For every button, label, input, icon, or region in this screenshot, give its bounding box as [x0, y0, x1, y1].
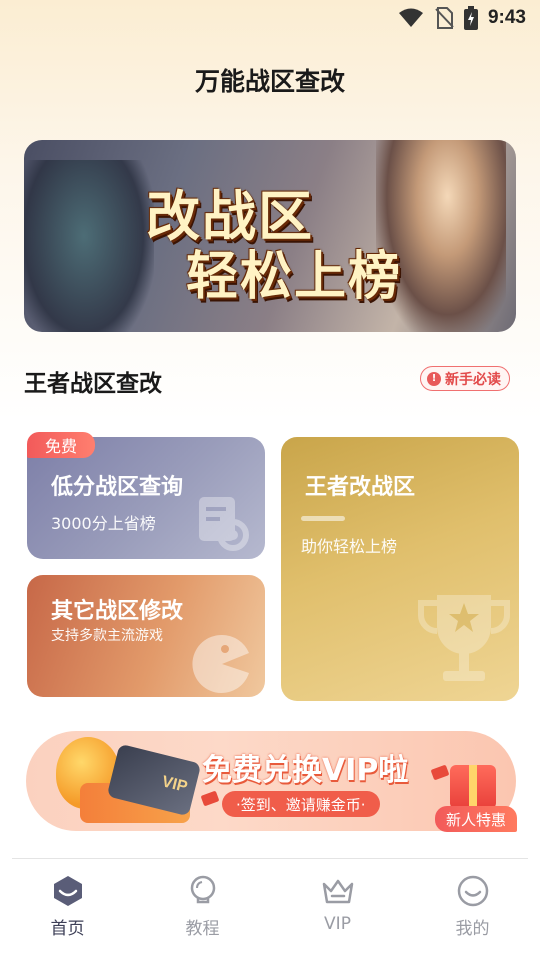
nav-item-home[interactable]: 首页 — [0, 860, 135, 960]
gift-box-icon — [450, 765, 496, 809]
game-controller-icon — [192, 634, 249, 693]
card-divider — [301, 516, 345, 521]
info-icon: ! — [427, 371, 441, 386]
card-title: 低分战区查询 — [51, 475, 184, 500]
lightbulb-icon — [190, 875, 215, 904]
nav-label: VIP — [324, 914, 351, 934]
status-bar: 9:43 — [0, 0, 540, 36]
promo-banner[interactable]: 改战区 轻松上榜 — [24, 140, 516, 332]
beginner-guide-label: 新手必读 — [445, 371, 501, 388]
vip-card-text: VIP — [160, 773, 190, 796]
battery-charging-icon — [463, 6, 478, 30]
no-sim-icon — [434, 7, 454, 29]
wifi-icon — [398, 8, 424, 28]
nav-label: 我的 — [455, 919, 490, 939]
card-subtitle: 支持多款主流游戏 — [51, 628, 163, 644]
card-subtitle: 3000分上省榜 — [51, 514, 156, 533]
nav-label: 首页 — [50, 919, 85, 939]
nav-item-profile[interactable]: 我的 — [405, 860, 540, 960]
section-title: 王者战区查改 — [24, 371, 162, 397]
honor-zone-change-card[interactable]: 王者改战区 助你轻松上榜 — [281, 437, 519, 701]
card-title: 其它战区修改 — [51, 599, 184, 624]
promo-subtitle: ·签到、邀请赚金币· — [222, 791, 380, 817]
red-envelope-icon — [430, 764, 450, 781]
card-title: 王者改战区 — [305, 475, 416, 500]
search-document-icon — [199, 497, 249, 551]
new-user-offer-badge: 新人特惠 — [435, 806, 517, 832]
nav-item-tutorial[interactable]: 教程 — [135, 860, 270, 960]
promo-title: 免费兑换VIP啦 — [202, 753, 409, 788]
bottom-navigation: 首页 教程 VIP 我的 — [0, 860, 540, 960]
banner-subheadline: 轻松上榜 — [186, 247, 403, 307]
beginner-guide-button[interactable]: ! 新手必读 — [420, 366, 510, 391]
nav-label: 教程 — [185, 919, 220, 939]
crown-icon — [322, 879, 353, 904]
free-tag: 免费 — [27, 432, 95, 458]
trophy-icon — [418, 595, 510, 681]
nav-item-vip[interactable]: VIP — [270, 860, 405, 960]
smiley-profile-icon — [457, 875, 488, 907]
banner-hero-left-image — [24, 160, 154, 332]
home-icon — [53, 876, 82, 906]
red-envelope-icon — [200, 790, 220, 807]
other-zone-modify-card[interactable]: 其它战区修改 支持多款主流游戏 — [27, 575, 265, 697]
page-title: 万能战区查改 — [194, 67, 345, 96]
status-time: 9:43 — [487, 7, 526, 28]
card-subtitle: 助你轻松上榜 — [301, 537, 398, 556]
nav-divider — [12, 858, 528, 859]
